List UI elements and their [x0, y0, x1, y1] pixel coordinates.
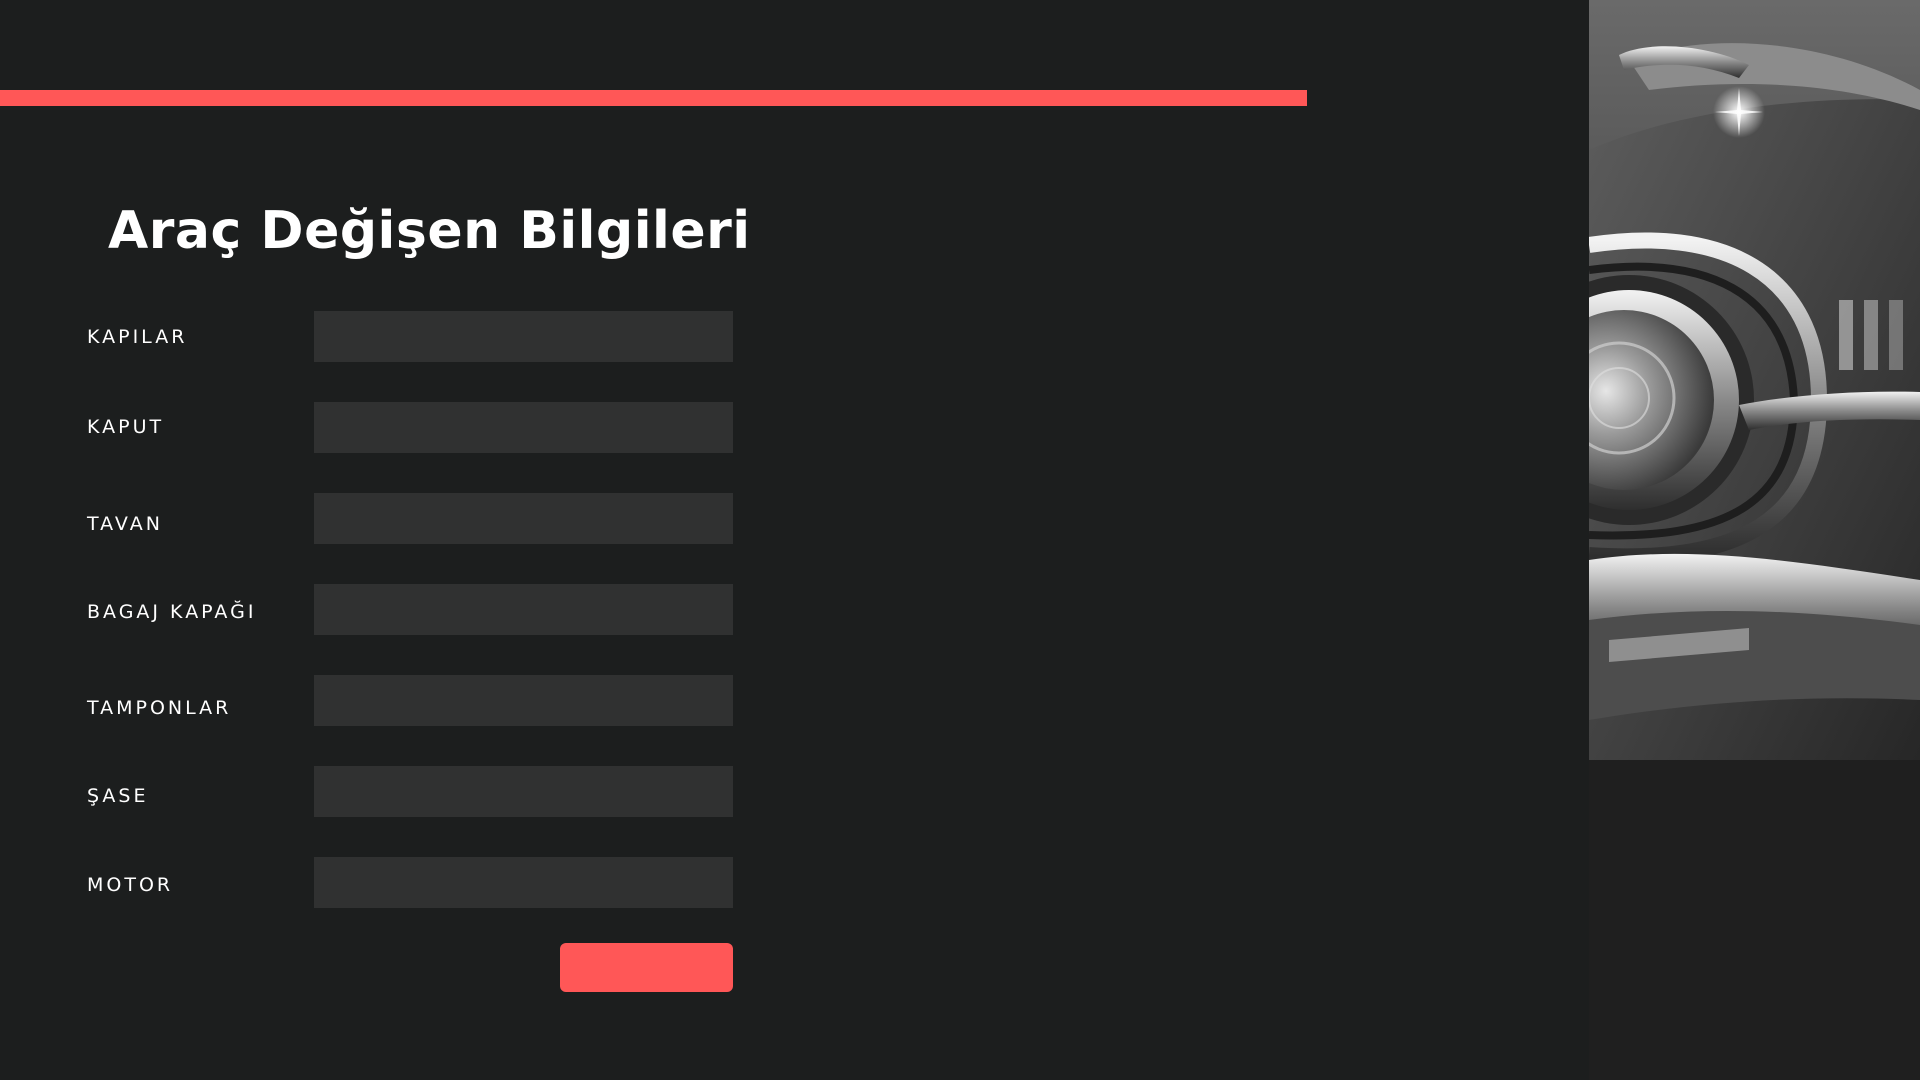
roof-label: TAVAN [87, 513, 163, 535]
bumpers-label: TAMPONLAR [87, 697, 232, 719]
doors-input[interactable] [314, 311, 733, 362]
classic-car-photo [1589, 0, 1920, 1080]
trunk-lid-label: BAGAJ KAPAĞI [87, 601, 257, 623]
engine-input[interactable] [314, 857, 733, 908]
chassis-input[interactable] [314, 766, 733, 817]
page-title: Araç Değişen Bilgileri [108, 201, 751, 261]
submit-button[interactable] [560, 943, 733, 992]
car-illustration [1589, 43, 1920, 1080]
hood-label: KAPUT [87, 416, 165, 438]
bumpers-input[interactable] [314, 675, 733, 726]
engine-label: MOTOR [87, 874, 174, 896]
trunk-lid-input[interactable] [314, 584, 733, 635]
doors-label: KAPILAR [87, 326, 188, 348]
roof-input[interactable] [314, 493, 733, 544]
hood-input[interactable] [314, 402, 733, 453]
accent-bar [0, 90, 1307, 106]
chassis-label: ŞASE [87, 785, 149, 807]
